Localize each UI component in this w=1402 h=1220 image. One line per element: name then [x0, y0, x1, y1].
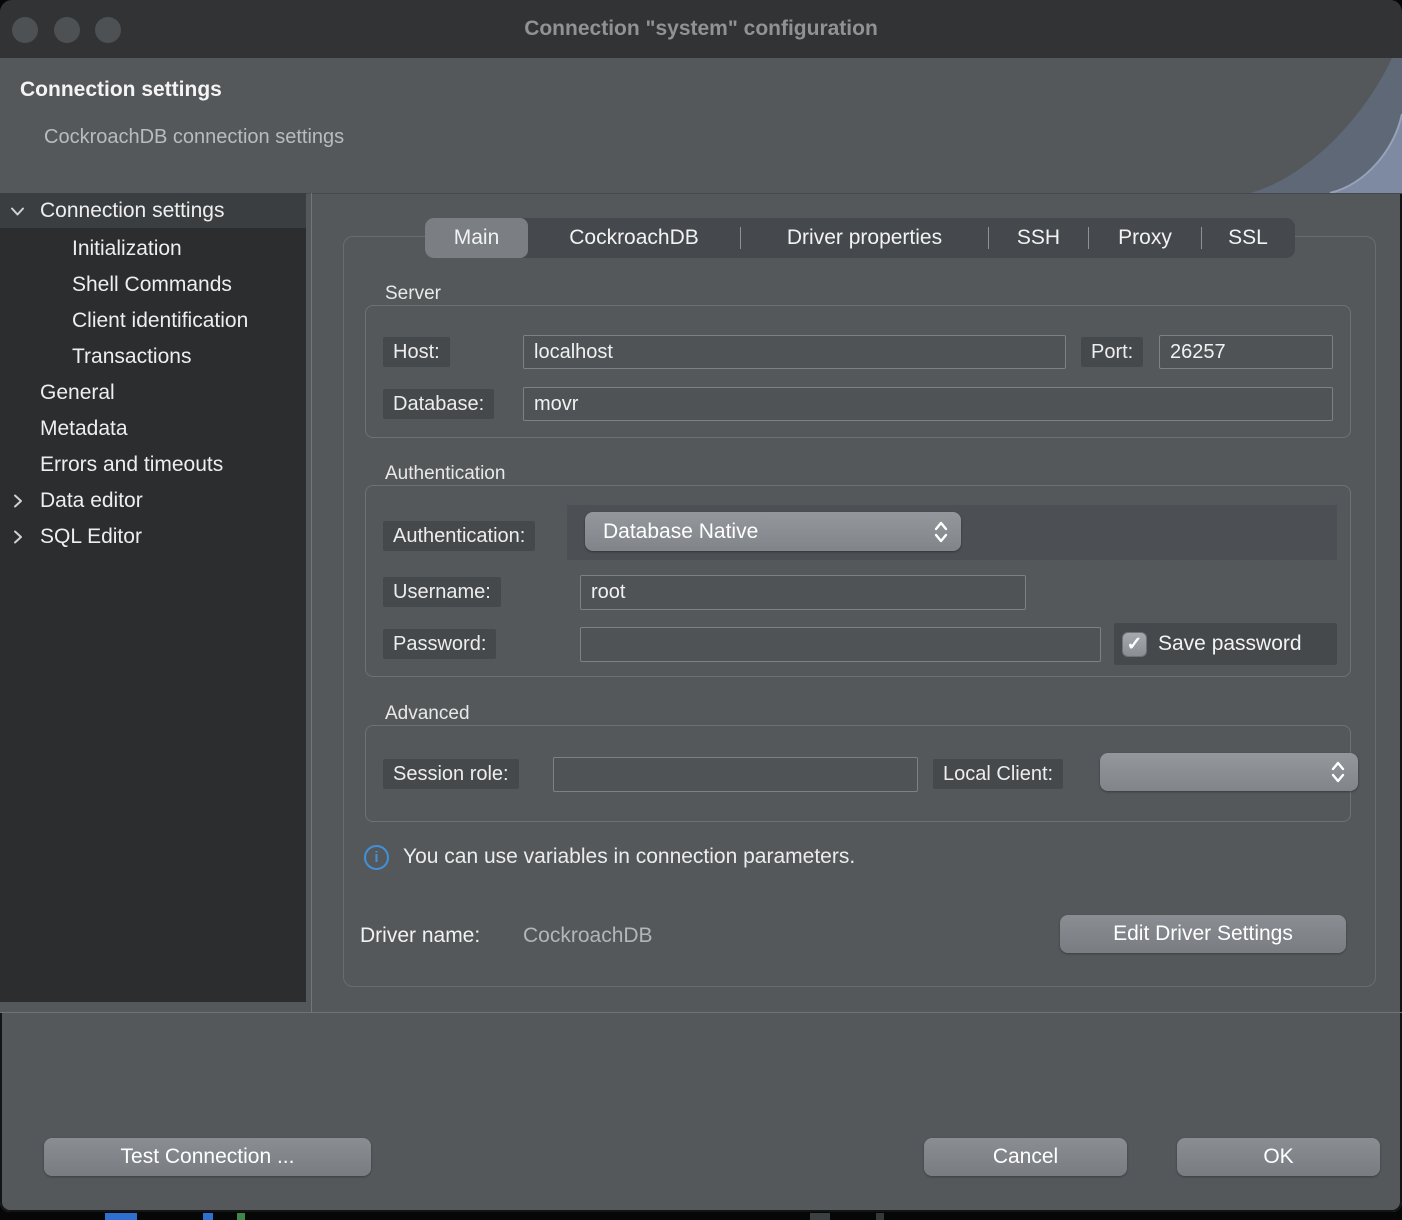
decorative-swoosh [1242, 58, 1402, 193]
database-input[interactable] [523, 387, 1333, 421]
background-window-fragment [105, 1213, 137, 1220]
authentication-group-legend: Authentication [385, 463, 505, 485]
tree-item-label: Initialization [72, 237, 182, 261]
background-window-fragment [237, 1213, 245, 1220]
session-role-input[interactable] [553, 757, 918, 792]
server-group-legend: Server [385, 283, 441, 305]
page-title: Connection settings [20, 78, 222, 102]
tree-item-client-identification[interactable]: Client identification [0, 303, 306, 339]
local-client-select[interactable] [1100, 753, 1358, 791]
footer-divider [0, 1012, 1402, 1013]
background-window-fragment [876, 1213, 884, 1220]
sidebar-divider[interactable] [311, 193, 312, 1012]
tree-item-data-editor[interactable]: Data editor [0, 483, 306, 519]
tree-item-label: Shell Commands [72, 273, 232, 297]
tab-proxy[interactable]: Proxy [1089, 218, 1201, 258]
tree-item-label: SQL Editor [40, 525, 142, 549]
settings-tree: Connection settings Initialization Shell… [0, 193, 306, 1012]
tree-item-label: Client identification [72, 309, 248, 333]
page-subtitle: CockroachDB connection settings [44, 126, 344, 149]
port-input[interactable] [1159, 335, 1333, 369]
info-icon: i [364, 845, 389, 870]
tree-item-label: Transactions [72, 345, 191, 369]
close-window-icon[interactable] [12, 17, 38, 43]
username-input[interactable] [580, 575, 1026, 610]
zoom-window-icon[interactable] [95, 17, 121, 43]
advanced-group-legend: Advanced [385, 703, 470, 725]
driver-name-value: CockroachDB [523, 924, 653, 948]
chevron-right-icon[interactable] [9, 529, 26, 546]
up-down-chevrons-icon [1330, 759, 1346, 785]
authentication-type-label: Authentication: [383, 521, 535, 551]
tree-item-label: Data editor [40, 489, 143, 513]
authentication-type-value: Database Native [603, 520, 758, 544]
info-message: You can use variables in connection para… [403, 845, 855, 869]
password-label: Password: [383, 629, 496, 659]
up-down-chevrons-icon [933, 519, 949, 545]
host-input[interactable] [523, 335, 1066, 369]
tree-item-transactions[interactable]: Transactions [0, 339, 306, 375]
test-connection-button[interactable]: Test Connection ... [44, 1138, 371, 1176]
authentication-type-select[interactable]: Database Native [585, 512, 961, 551]
tree-item-general[interactable]: General [0, 375, 306, 411]
tree-item-label: Errors and timeouts [40, 453, 223, 477]
username-label: Username: [383, 577, 501, 607]
tab-ssl[interactable]: SSL [1202, 218, 1294, 258]
window-title: Connection "system" configuration [0, 0, 1402, 58]
tab-driver-properties[interactable]: Driver properties [741, 218, 988, 258]
port-label: Port: [1081, 337, 1143, 367]
tree-item-initialization[interactable]: Initialization [0, 231, 306, 267]
driver-name-label: Driver name: [360, 924, 480, 948]
minimize-window-icon[interactable] [54, 17, 80, 43]
tree-item-label: Metadata [40, 417, 128, 441]
tab-bar: Main CockroachDB Driver properties SSH P… [425, 218, 1295, 258]
tab-cockroachdb[interactable]: CockroachDB [528, 218, 740, 258]
local-client-label: Local Client: [933, 759, 1063, 789]
tab-main[interactable]: Main [425, 218, 528, 258]
tree-item-errors-and-timeouts[interactable]: Errors and timeouts [0, 447, 306, 483]
tree-item-label: Connection settings [40, 199, 224, 223]
tab-ssh[interactable]: SSH [989, 218, 1088, 258]
chevron-right-icon[interactable] [9, 493, 26, 510]
connection-configuration-dialog: Connection "system" configuration Connec… [0, 0, 1402, 1212]
background-window-fragment [203, 1213, 213, 1220]
session-role-label: Session role: [383, 759, 519, 789]
chevron-down-icon[interactable] [9, 202, 26, 219]
tree-item-metadata[interactable]: Metadata [0, 411, 306, 447]
cancel-button[interactable]: Cancel [924, 1138, 1127, 1176]
background-window-fragment [810, 1213, 830, 1220]
tree-item-sql-editor[interactable]: SQL Editor [0, 519, 306, 555]
tree-item-label: General [40, 381, 115, 405]
database-label: Database: [383, 389, 494, 419]
titlebar: Connection "system" configuration [0, 0, 1402, 58]
tree-item-shell-commands[interactable]: Shell Commands [0, 267, 306, 303]
edit-driver-settings-button[interactable]: Edit Driver Settings [1060, 915, 1346, 953]
wizard-header: Connection settings CockroachDB connecti… [0, 58, 1402, 194]
save-password-checkbox[interactable]: ✓ [1122, 632, 1147, 657]
save-password-option: ✓ Save password [1114, 623, 1337, 665]
screen: Connection "system" configuration Connec… [0, 0, 1402, 1220]
ok-button[interactable]: OK [1177, 1138, 1380, 1176]
save-password-label: Save password [1158, 632, 1302, 656]
password-input[interactable] [580, 627, 1101, 662]
tree-item-connection-settings[interactable]: Connection settings [0, 193, 306, 228]
host-label: Host: [383, 337, 450, 367]
